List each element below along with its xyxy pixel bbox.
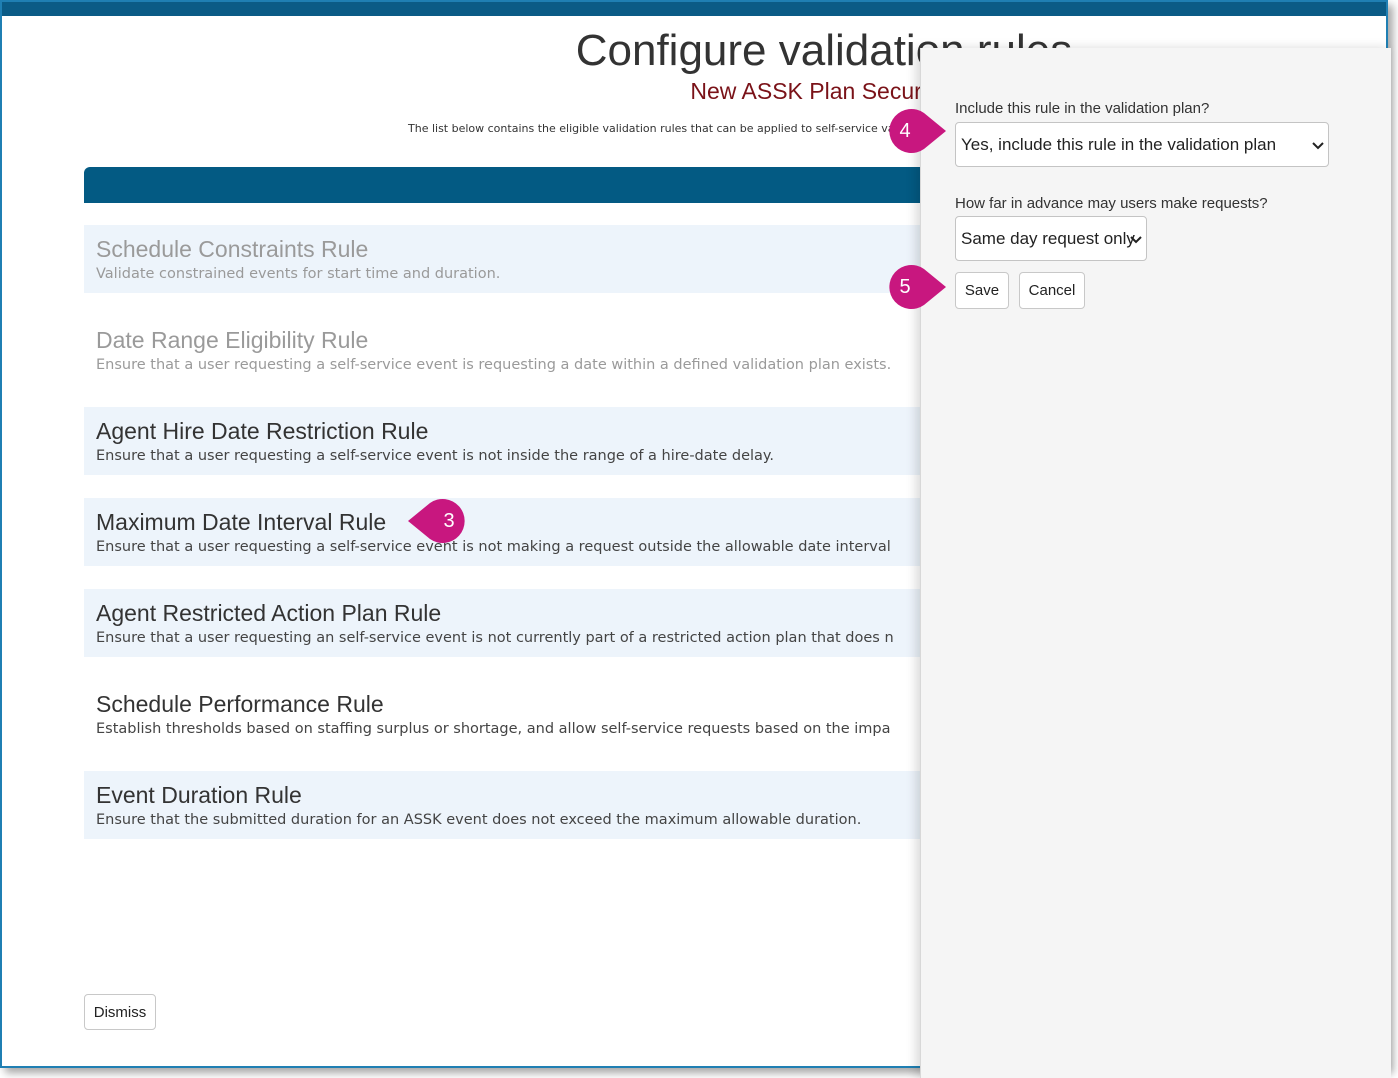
step-5-number: 5 — [899, 276, 911, 298]
chevron-down-icon — [1312, 135, 1324, 155]
include-rule-label: Include this rule in the validation plan… — [955, 100, 1210, 117]
step-4-callout: 4 — [880, 106, 946, 156]
step-3-number: 3 — [443, 510, 455, 532]
chevron-down-icon — [1130, 229, 1142, 249]
top-accent-bar — [2, 2, 1386, 16]
rule-settings-panel: Include this rule in the validation plan… — [920, 48, 1391, 1078]
dismiss-button[interactable]: Dismiss — [84, 994, 156, 1030]
step-4-number: 4 — [899, 120, 911, 142]
cancel-button[interactable]: Cancel — [1019, 272, 1085, 309]
save-button[interactable]: Save — [955, 272, 1009, 309]
include-rule-selected-value: Yes, include this rule in the validation… — [961, 134, 1277, 154]
step-3-callout: 3 — [408, 496, 474, 546]
advance-request-selected-value: Same day request only — [961, 228, 1135, 248]
advance-request-select[interactable]: Same day request only — [955, 216, 1147, 261]
advance-request-label: How far in advance may users make reques… — [955, 195, 1268, 212]
include-rule-select[interactable]: Yes, include this rule in the validation… — [955, 122, 1329, 167]
step-5-callout: 5 — [880, 262, 946, 312]
page-description: The list below contains the eligible val… — [408, 122, 908, 135]
